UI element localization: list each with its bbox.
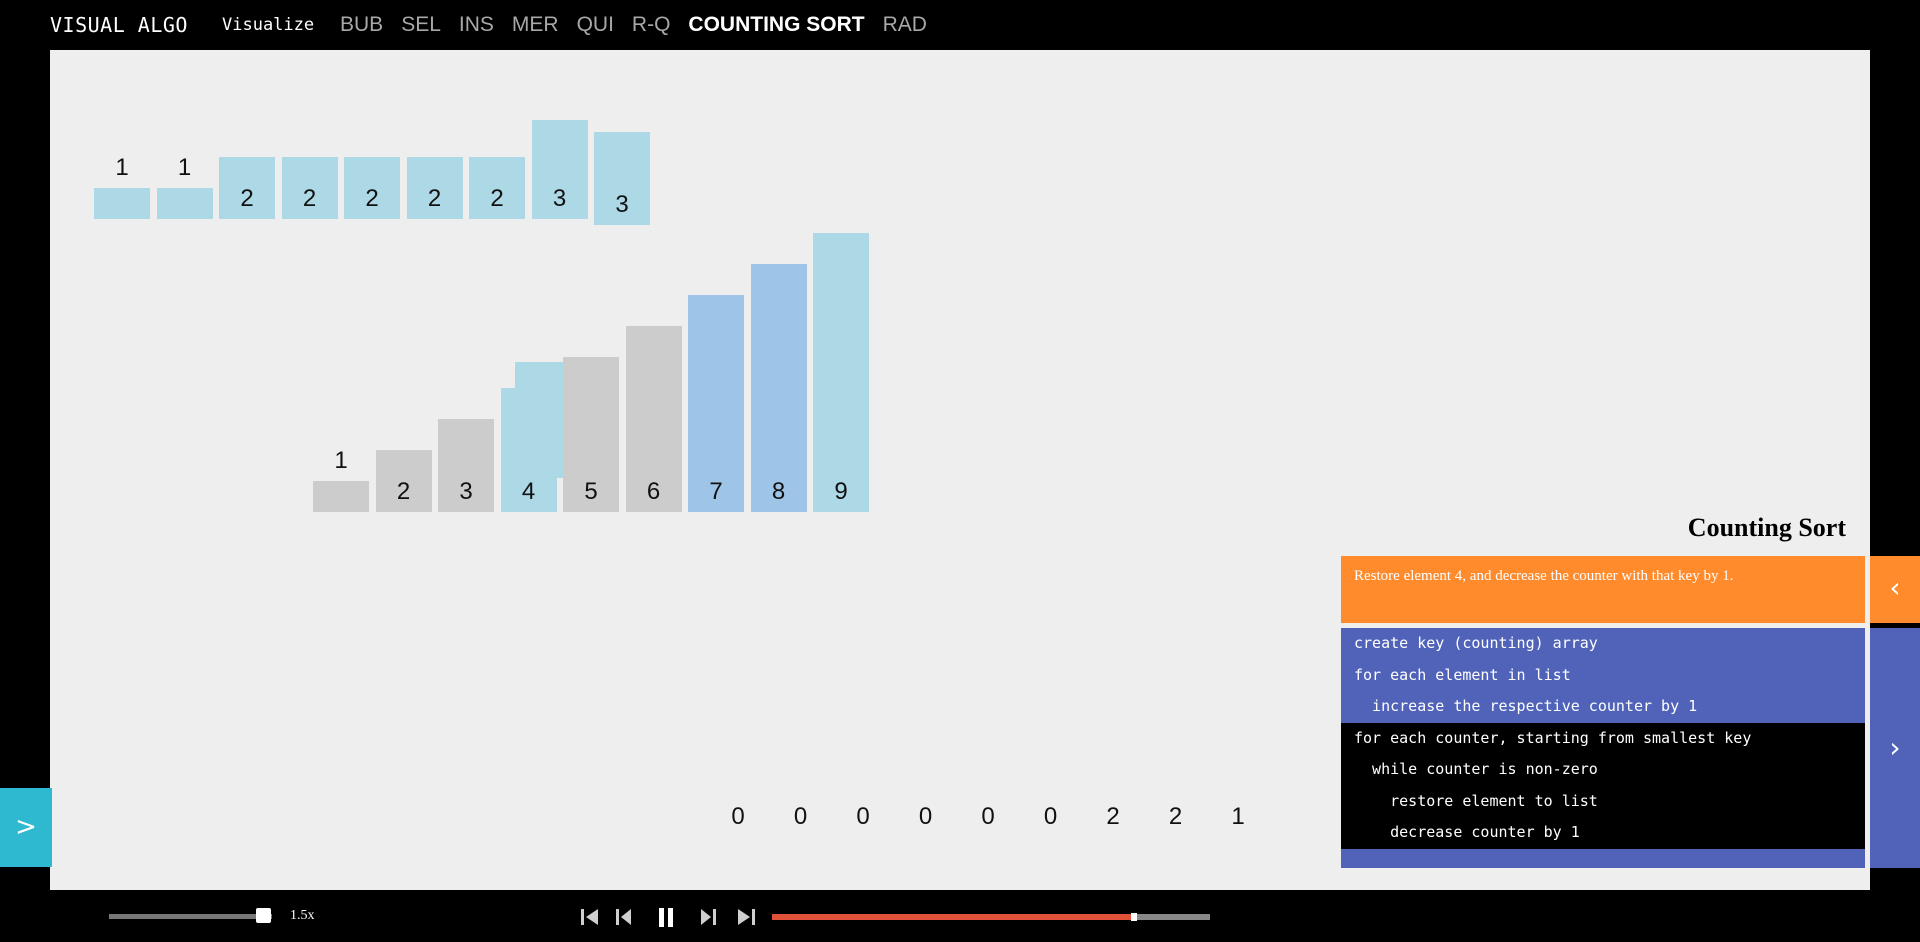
bucket-key: 4 — [521, 478, 536, 505]
side-panel-toggle[interactable]: > — [0, 788, 52, 867]
logo[interactable]: VISUAL ALGO — [50, 13, 188, 37]
progress-fill — [772, 914, 1132, 920]
output-value: 2 — [302, 185, 317, 212]
bucket-bar — [313, 481, 369, 512]
code-line: increase the respective counter by 1 — [1341, 691, 1865, 723]
chevron-right-icon[interactable]: › — [1870, 628, 1920, 868]
output-value: 2 — [240, 185, 254, 212]
counter-value: 2 — [1106, 803, 1120, 830]
nav-tab-bub[interactable]: BUB — [340, 12, 383, 38]
counter-value: 0 — [793, 803, 808, 830]
panel-title: Counting Sort — [1687, 513, 1846, 542]
output-bar — [156, 188, 213, 219]
algorithm-tabs: BUB SEL INS MER QUI R-Q COUNTING SORT RAD — [340, 12, 945, 38]
output-value: 2 — [365, 185, 379, 212]
code-line: for each element in list — [1341, 659, 1865, 691]
nav-tab-mer[interactable]: MER — [512, 12, 559, 38]
counter-value: 0 — [856, 803, 870, 830]
bucket-key: 7 — [709, 478, 723, 505]
output-value: 3 — [615, 191, 629, 218]
speed-label: 1.5x — [290, 908, 315, 923]
nav-tab-r-q[interactable]: R-Q — [632, 12, 671, 38]
step-backward-icon[interactable] — [612, 905, 636, 929]
progress-bar[interactable] — [772, 913, 1210, 921]
bucket-key: 3 — [459, 478, 473, 505]
bucket-key: 9 — [834, 478, 848, 505]
go-to-end-icon[interactable] — [734, 905, 758, 929]
progress-handle[interactable] — [1131, 913, 1138, 921]
nav-tab-sel[interactable]: SEL — [401, 12, 441, 38]
pseudocode-panel: create key (counting) array for each elem… — [1341, 628, 1865, 868]
bucket-bar — [750, 264, 807, 512]
speed-slider-handle[interactable] — [255, 908, 271, 923]
counter-value: 0 — [981, 803, 995, 830]
nav-tab-qui[interactable]: QUI — [577, 12, 614, 38]
nav-visualize[interactable]: Visualize — [222, 15, 314, 35]
code-line: while counter is non-zero — [1341, 754, 1865, 786]
bucket-key: 5 — [584, 478, 598, 505]
top-navigation: VISUAL ALGO Visualize BUB SEL INS MER QUI R-Q… — [0, 0, 1920, 50]
status-message: Restore element 4, and decrease the coun… — [1341, 556, 1865, 623]
output-bar — [94, 188, 150, 219]
chevron-left-icon[interactable]: ‹ — [1870, 556, 1920, 623]
counter-value: 2 — [1168, 803, 1183, 830]
output-value: 2 — [490, 185, 504, 212]
code-line: decrease counter by 1 — [1341, 817, 1865, 849]
nav-tab-counting-sort[interactable]: COUNTING SORT — [688, 12, 864, 38]
nav-tab-rad[interactable]: RAD — [883, 12, 927, 38]
nav-tab-ins[interactable]: INS — [459, 12, 494, 38]
output-value: 3 — [552, 185, 567, 212]
bucket-bar — [813, 233, 869, 512]
output-value: 2 — [427, 185, 442, 212]
code-line: for each counter, starting from smallest… — [1341, 722, 1865, 754]
bucket-key: 2 — [396, 478, 411, 505]
counter-value: 0 — [1043, 803, 1058, 830]
output-value: 1 — [177, 154, 192, 181]
bucket-key: 8 — [771, 478, 786, 505]
counter-value: 0 — [731, 803, 745, 830]
bucket-key: 6 — [646, 478, 661, 505]
pause-icon[interactable] — [654, 905, 678, 929]
code-line: restore element to list — [1341, 785, 1865, 817]
counter-value: 1 — [1231, 803, 1245, 830]
code-line: create key (counting) array — [1341, 628, 1865, 660]
go-to-beginning-icon[interactable] — [578, 905, 602, 929]
bucket-key: 1 — [334, 447, 348, 474]
counter-value: 0 — [918, 803, 933, 830]
output-value: 1 — [115, 154, 129, 181]
step-forward-icon[interactable] — [696, 905, 720, 929]
speed-slider-track[interactable] — [109, 914, 272, 919]
